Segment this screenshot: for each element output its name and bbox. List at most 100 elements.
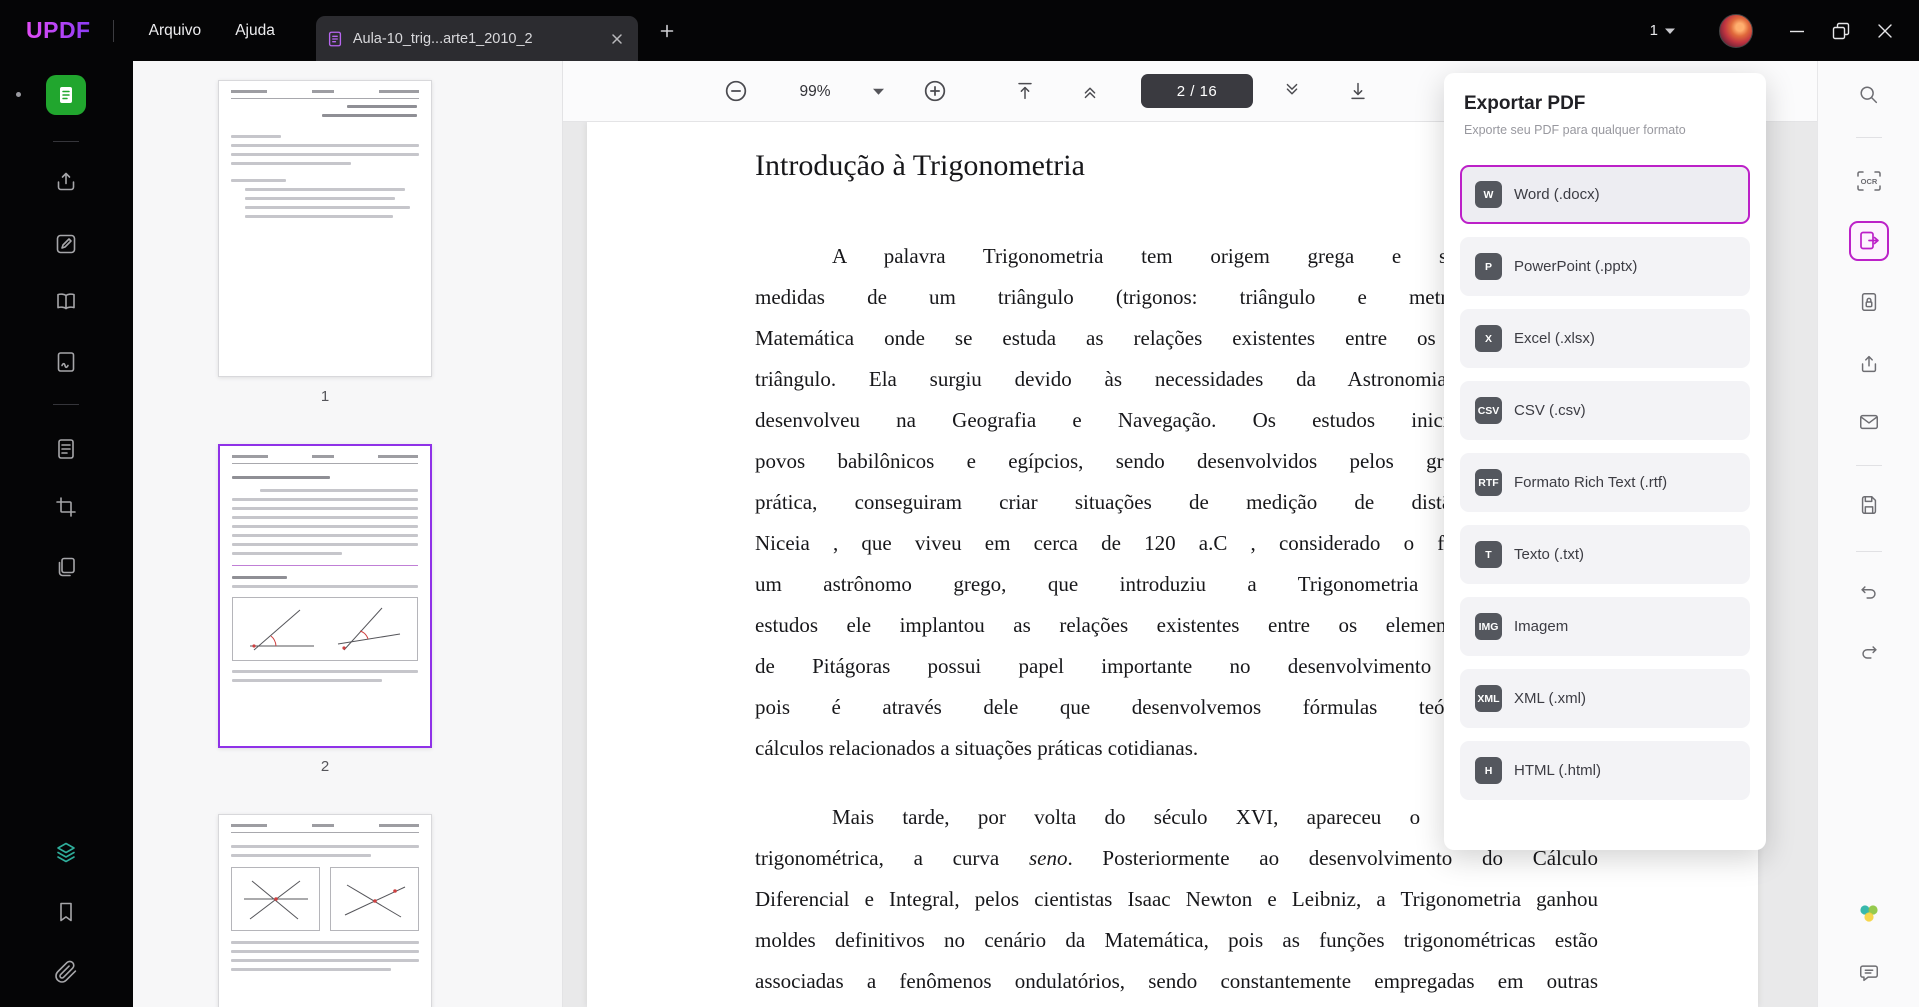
feedback-button[interactable]: [1818, 962, 1919, 984]
document-text-segment: trigonométrica, a curva: [755, 846, 1029, 870]
protect-document-button[interactable]: [1818, 291, 1919, 313]
page-indicator[interactable]: 2 / 16: [1141, 74, 1253, 108]
geometry-diagram: [240, 875, 312, 923]
page-lock-icon: [1858, 291, 1880, 313]
thumb-header: [231, 90, 419, 93]
page-thumbnail-3[interactable]: [218, 814, 432, 1007]
crop-tool-button[interactable]: [54, 495, 78, 519]
toolbar-divider: [1856, 465, 1882, 466]
restore-button[interactable]: [1819, 9, 1863, 53]
save-button[interactable]: [1818, 494, 1919, 516]
read-mode-button[interactable]: [54, 289, 78, 313]
zoom-dropdown[interactable]: [865, 78, 891, 104]
ocr-icon: OCR: [1856, 170, 1882, 192]
minimize-button[interactable]: [1775, 9, 1819, 53]
thumb-line: [231, 162, 351, 165]
menu-ajuda[interactable]: Ajuda: [218, 0, 292, 61]
export-format-option[interactable]: P PowerPoint (.pptx): [1460, 237, 1750, 296]
export-format-option[interactable]: IMG Imagem: [1460, 597, 1750, 656]
last-page-button[interactable]: [1345, 78, 1371, 104]
thumb-line: [231, 845, 419, 848]
export-format-label: HTML (.html): [1514, 762, 1601, 779]
export-format-option[interactable]: RTF Formato Rich Text (.rtf): [1460, 453, 1750, 512]
ocr-button[interactable]: OCR: [1818, 170, 1919, 192]
thumb-line: [312, 90, 334, 93]
export-format-option[interactable]: W Word (.docx): [1460, 165, 1750, 224]
file-type-icon: CSV: [1475, 397, 1502, 424]
layers-button[interactable]: [54, 840, 78, 864]
chevron-down-icon: [873, 88, 884, 95]
zoom-out-button[interactable]: [723, 78, 749, 104]
first-page-button[interactable]: [1012, 78, 1038, 104]
restore-icon: [1829, 19, 1853, 43]
file-type-icon: IMG: [1475, 613, 1502, 640]
document-icon: [54, 437, 78, 461]
open-documents-dropdown[interactable]: 1: [1640, 22, 1685, 39]
share-button[interactable]: [1818, 353, 1919, 375]
open-documents-count: 1: [1650, 22, 1658, 39]
search-icon: [1858, 84, 1880, 106]
double-chevron-down-icon: [1281, 80, 1303, 102]
export-format-option[interactable]: CSV CSV (.csv): [1460, 381, 1750, 440]
titlebar-divider: [113, 20, 114, 42]
next-page-button[interactable]: [1279, 78, 1305, 104]
save-icon: [1858, 494, 1880, 516]
book-icon: [54, 289, 78, 313]
email-button[interactable]: [1818, 411, 1919, 433]
thumb-line: [232, 534, 418, 537]
previous-page-button[interactable]: [1077, 78, 1103, 104]
thumb-line: [232, 679, 382, 682]
crop-icon: [54, 495, 78, 519]
ai-assistant-button[interactable]: [1818, 901, 1919, 925]
close-button[interactable]: [1863, 9, 1907, 53]
export-format-label: Imagem: [1514, 618, 1568, 635]
thumb-line: [231, 968, 391, 971]
thumb-header: [231, 824, 419, 827]
thumb-line: [322, 114, 417, 117]
reader-mode-button[interactable]: [46, 75, 86, 115]
edit-tool-button[interactable]: [54, 232, 78, 256]
thumbnail-page-number: 2: [218, 758, 432, 775]
chevron-down-icon: [1665, 28, 1675, 34]
bookmark-button[interactable]: [54, 900, 78, 924]
tab-title: Aula-10_trig...arte1_2010_2: [353, 31, 597, 47]
export-format-label: XML (.xml): [1514, 690, 1586, 707]
document-tab[interactable]: Aula-10_trig...arte1_2010_2: [316, 16, 638, 61]
redo-button[interactable]: [1818, 641, 1919, 663]
new-tab-button[interactable]: [652, 16, 682, 46]
export-format-option[interactable]: H HTML (.html): [1460, 741, 1750, 800]
left-toolbar: [0, 61, 133, 1007]
undo-button[interactable]: [1818, 581, 1919, 603]
user-avatar[interactable]: [1719, 14, 1753, 48]
thumb-line: [231, 144, 419, 147]
search-button[interactable]: [1818, 84, 1919, 106]
thumb-line: [232, 498, 418, 501]
zoom-in-button[interactable]: [922, 78, 948, 104]
thumb-line: [231, 941, 419, 944]
pdf-doc-icon: [326, 30, 344, 48]
ocr-icon-label: OCR: [1861, 177, 1878, 186]
export-pdf-button[interactable]: [1849, 221, 1889, 261]
share-tool-button[interactable]: [54, 169, 78, 193]
pages-tool-button[interactable]: [54, 555, 78, 579]
thumb-figure-box: [232, 597, 418, 661]
export-format-option[interactable]: X Excel (.xlsx): [1460, 309, 1750, 368]
menu-arquivo[interactable]: Arquivo: [132, 0, 219, 61]
sign-tool-button[interactable]: [54, 350, 78, 374]
organize-pages-button[interactable]: [54, 437, 78, 461]
zoom-level[interactable]: 99%: [780, 61, 850, 122]
file-type-icon: H: [1475, 757, 1502, 784]
file-type-icon: W: [1475, 181, 1502, 208]
attachment-button[interactable]: [54, 960, 78, 984]
export-format-option[interactable]: XML XML (.xml): [1460, 669, 1750, 728]
page-thumbnail-2[interactable]: [218, 444, 432, 748]
thumb-rule: [231, 832, 419, 833]
plus-icon: [658, 22, 676, 40]
export-format-option[interactable]: T Texto (.txt): [1460, 525, 1750, 584]
thumb-figure-box: [330, 867, 419, 931]
thumb-line: [232, 516, 418, 519]
page-thumbnail-1[interactable]: [218, 80, 432, 377]
toolbar-divider: [1856, 551, 1882, 552]
share-icon: [54, 169, 78, 193]
tab-close-icon[interactable]: [606, 28, 628, 50]
